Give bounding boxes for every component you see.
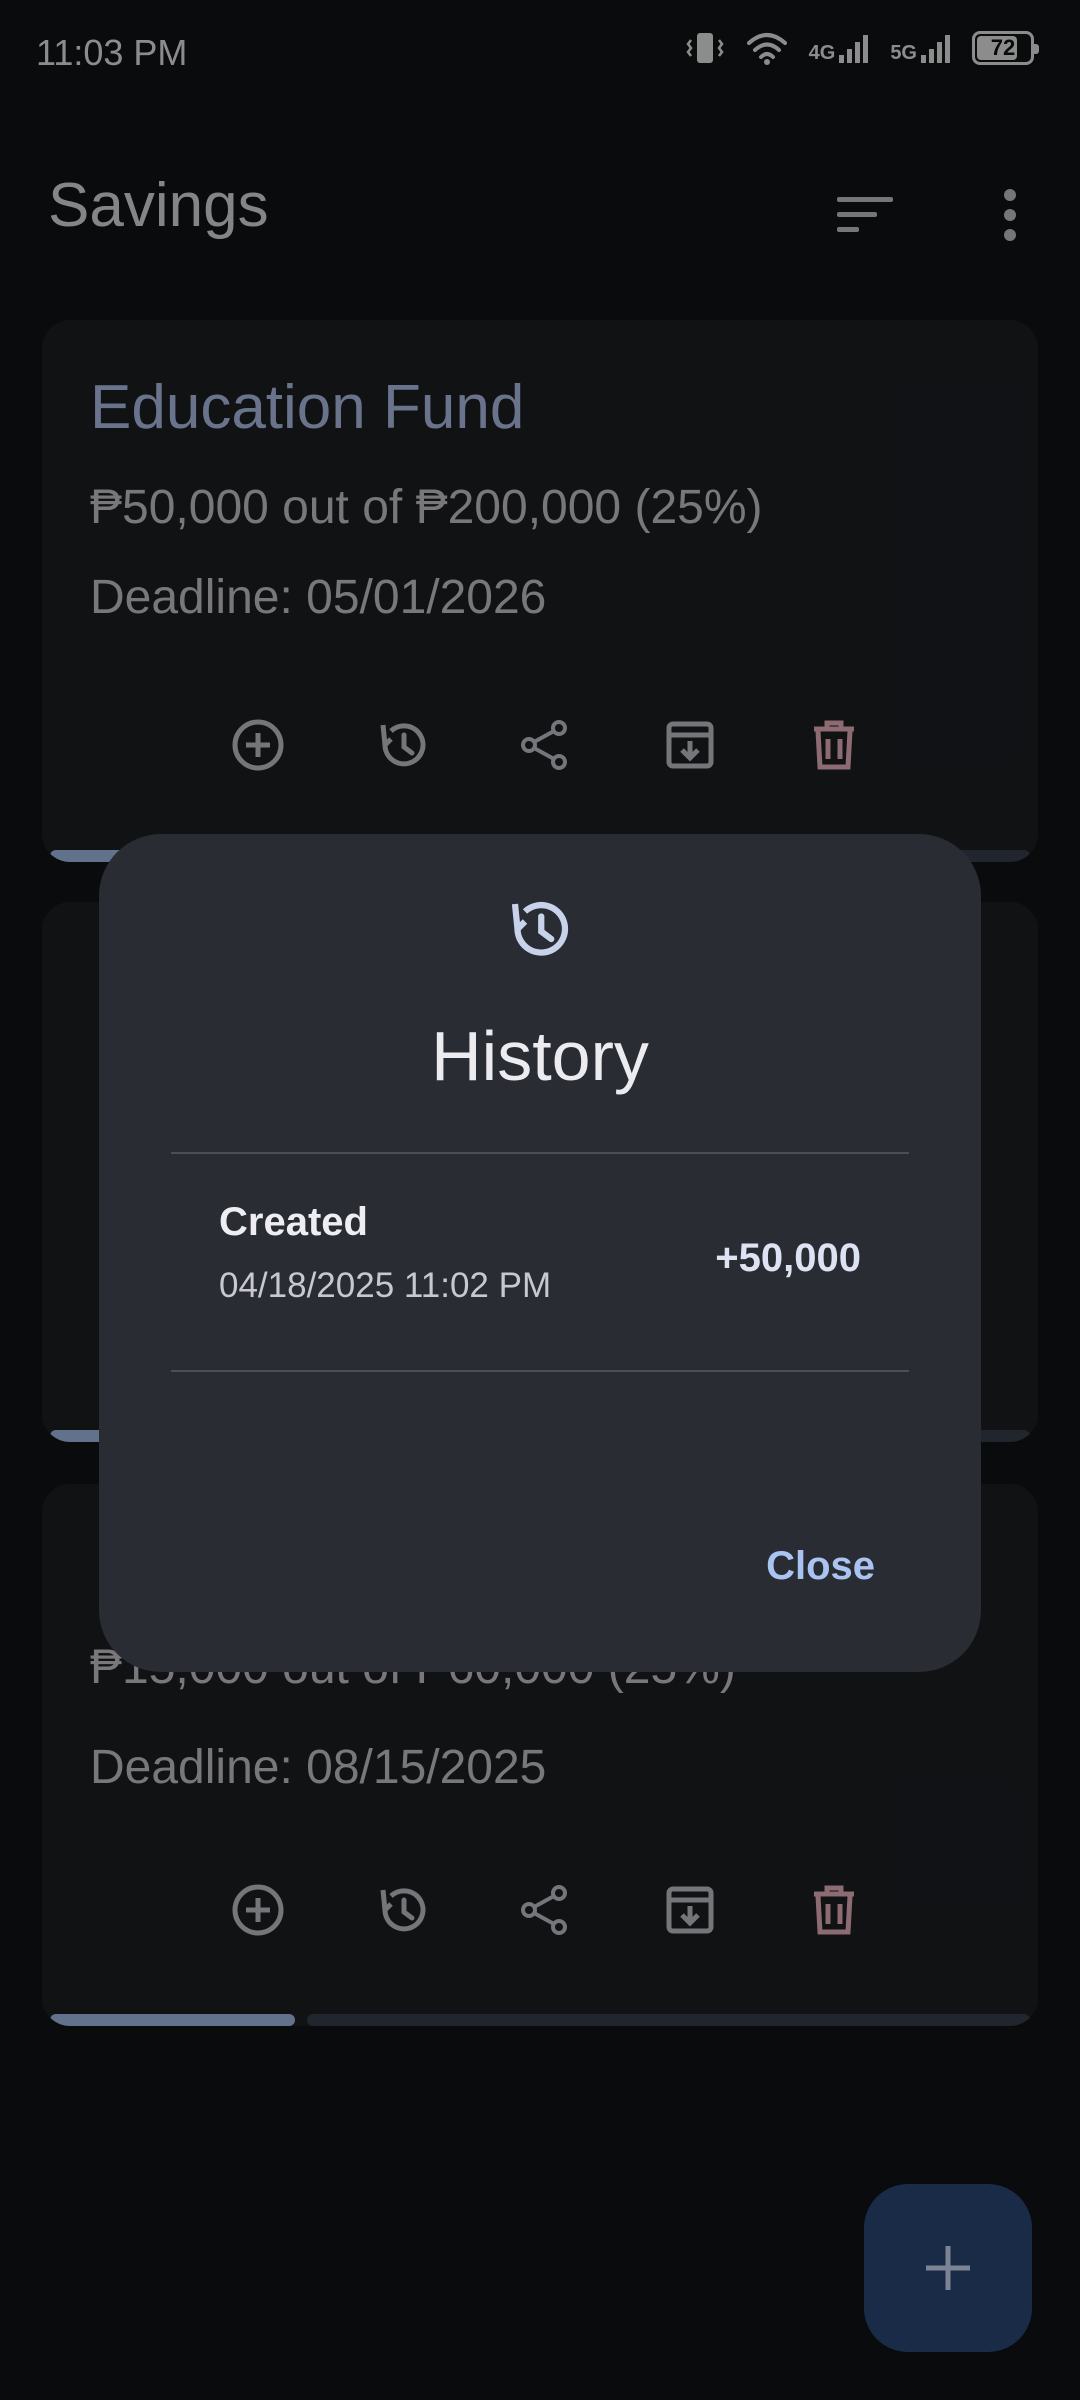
close-button[interactable]: Close xyxy=(750,1534,891,1599)
history-icon xyxy=(511,902,569,956)
history-entry-date: 04/18/2025 11:02 PM xyxy=(219,1266,552,1305)
history-entry-amount: +50,000 xyxy=(715,1236,861,1280)
divider xyxy=(171,1370,909,1372)
dialog-title: History xyxy=(431,1017,649,1095)
history-entry-type: Created xyxy=(219,1200,368,1244)
screen: 11:03 PM 4G 5G 72 Savings Education Fund… xyxy=(0,0,1080,2400)
history-dialog: History Created 04/18/2025 11:02 PM +50,… xyxy=(99,834,981,1672)
history-entry: Created 04/18/2025 11:02 PM +50,000 xyxy=(171,1154,909,1354)
